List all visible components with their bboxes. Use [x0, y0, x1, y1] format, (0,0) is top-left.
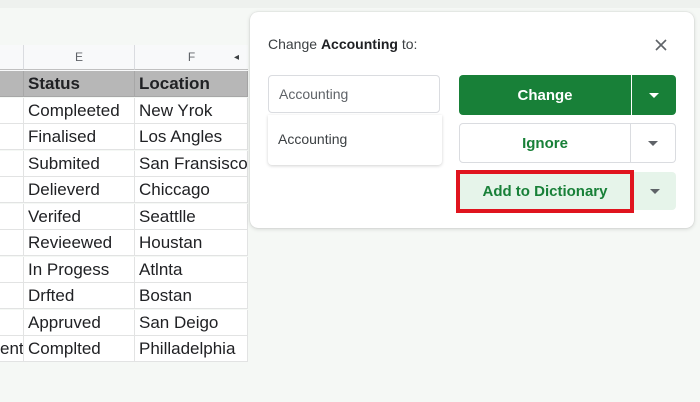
cell-status[interactable]: Submited: [24, 150, 135, 177]
dialog-title: Change Accounting to:: [268, 36, 417, 52]
ignore-options-button[interactable]: [631, 123, 676, 163]
replacement-input[interactable]: Accounting: [268, 75, 440, 113]
cell-lead[interactable]: [0, 230, 24, 256]
cell-status[interactable]: Finalised: [24, 124, 135, 150]
header-cell-status[interactable]: Status: [24, 71, 135, 97]
change-options-button[interactable]: [632, 75, 676, 115]
suggestions-dropdown: Accounting: [268, 115, 442, 165]
cell-location[interactable]: Seattlle: [135, 203, 248, 230]
column-header-f-letter: F: [187, 50, 196, 64]
cell-lead[interactable]: [0, 124, 24, 150]
chevron-down-icon: [648, 140, 658, 146]
cell-location[interactable]: San Fransisco: [135, 150, 248, 177]
ignore-button[interactable]: Ignore: [459, 123, 631, 163]
cell-status[interactable]: Delieverd: [24, 177, 135, 203]
cell-location[interactable]: New Yrok: [135, 97, 248, 124]
cell-status[interactable]: Drfted: [24, 283, 135, 309]
scroll-left-arrow-icon[interactable]: ◂: [234, 52, 239, 63]
cell-location[interactable]: Philladelphia: [135, 336, 248, 362]
cell-lead[interactable]: [0, 309, 24, 336]
cell-location[interactable]: San Deigo: [135, 309, 248, 336]
table-row: Delieverd Chiccago: [0, 177, 248, 203]
cell-lead[interactable]: ent: [0, 336, 24, 362]
table-row: Compleeted New Yrok: [0, 97, 248, 124]
add-to-dictionary-button[interactable]: Add to Dictionary: [459, 172, 631, 210]
top-toolbar-strip: [0, 0, 700, 8]
table-row: Drfted Bostan: [0, 283, 248, 309]
column-header-d[interactable]: [0, 45, 24, 70]
close-button[interactable]: [650, 34, 672, 56]
cell-status[interactable]: Revieewed: [24, 230, 135, 256]
close-icon: [655, 39, 667, 51]
column-header-e[interactable]: E: [24, 45, 135, 70]
cell-location[interactable]: Chiccago: [135, 177, 248, 203]
cell-lead[interactable]: [0, 203, 24, 230]
table-row: In Progess Atlnta: [0, 256, 248, 283]
add-to-dictionary-options-button[interactable]: [633, 172, 676, 210]
table-row: Appruved San Deigo: [0, 309, 248, 336]
spell-check-dialog: Change Accounting to: Accounting Account…: [250, 12, 694, 228]
misspelled-word: Accounting: [320, 36, 398, 52]
header-row: Status Location: [0, 71, 248, 97]
dialog-title-prefix: Change: [268, 36, 321, 52]
cell-lead[interactable]: [0, 283, 24, 309]
cell-lead[interactable]: [0, 150, 24, 177]
header-cell-location[interactable]: Location: [135, 71, 248, 97]
cell-location[interactable]: Bostan: [135, 283, 248, 309]
cell-status[interactable]: In Progess: [24, 256, 135, 283]
cell-location[interactable]: Los Angles: [135, 124, 248, 150]
dialog-title-suffix: to:: [397, 36, 418, 52]
table-row: Submited San Fransisco: [0, 150, 248, 177]
cell-status[interactable]: Appruved: [24, 309, 135, 336]
table-row: Finalised Los Angles: [0, 124, 248, 150]
cell-status[interactable]: Complted: [24, 336, 135, 362]
cell-lead[interactable]: [0, 177, 24, 203]
column-headers: E F ◂: [0, 45, 248, 71]
chevron-down-icon: [649, 188, 660, 194]
column-header-f[interactable]: F: [135, 45, 248, 70]
table-row: Revieewed Houstan: [0, 230, 248, 256]
cell-location[interactable]: Houstan: [135, 230, 248, 256]
table-row: Verifed Seattlle: [0, 203, 248, 230]
table-row: ent Complted Philladelphia: [0, 336, 248, 362]
cell-status[interactable]: Verifed: [24, 203, 135, 230]
cell-location[interactable]: Atlnta: [135, 256, 248, 283]
chevron-down-icon: [649, 92, 659, 98]
cell-lead[interactable]: [0, 256, 24, 283]
cell-status[interactable]: Compleeted: [24, 97, 135, 124]
header-cell-lead[interactable]: [0, 71, 24, 97]
change-button[interactable]: Change: [459, 75, 631, 115]
cell-lead[interactable]: [0, 97, 24, 124]
suggestion-item[interactable]: Accounting: [278, 131, 347, 147]
